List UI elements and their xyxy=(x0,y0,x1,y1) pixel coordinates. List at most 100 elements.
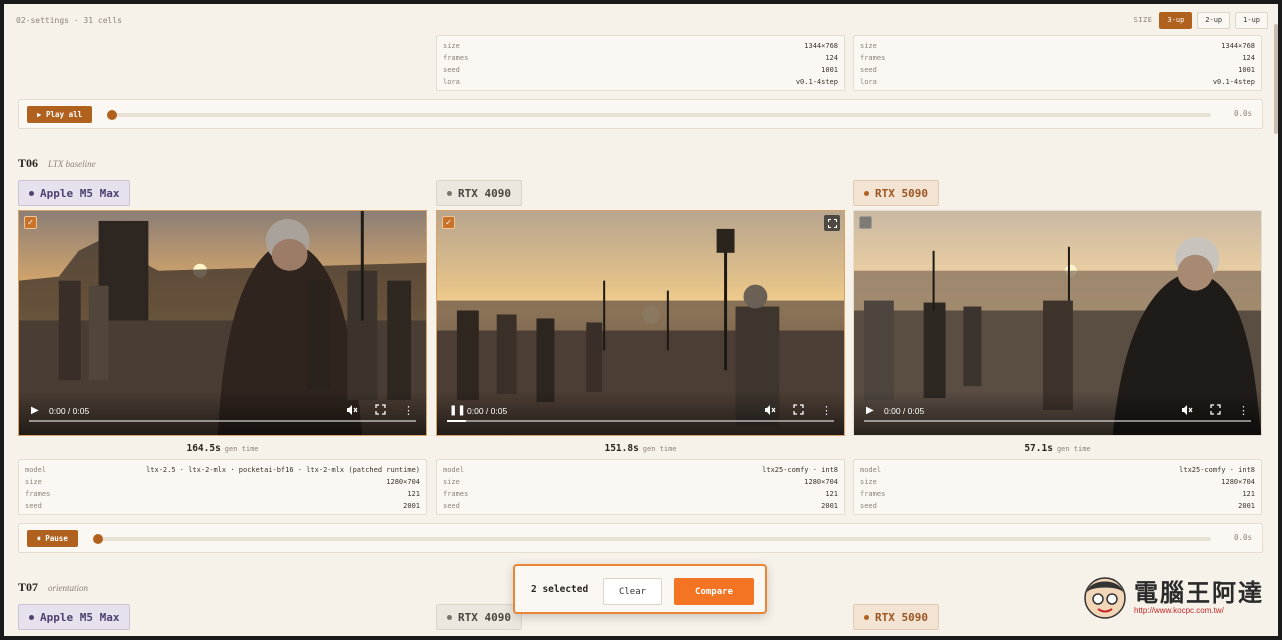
mute-icon[interactable] xyxy=(764,404,776,416)
gen-unit: gen time xyxy=(1056,445,1091,453)
more-icon[interactable]: ⋮ xyxy=(1238,404,1249,417)
page-scrollbar[interactable] xyxy=(1274,24,1278,134)
section-title-t06: T06 LTX baseline xyxy=(18,156,96,171)
size-3up-button[interactable]: 3-up xyxy=(1159,11,1193,29)
select-checkbox[interactable]: ✓ xyxy=(442,216,455,229)
device-label: RTX 5090 xyxy=(875,610,928,624)
pause-all-button[interactable]: ⏸ Pause xyxy=(27,530,78,547)
dot-icon xyxy=(864,614,869,620)
size-2up-button[interactable]: 2-up xyxy=(1197,11,1231,29)
fullscreen-icon[interactable] xyxy=(793,404,804,415)
more-icon[interactable]: ⋮ xyxy=(403,404,414,417)
video-player-5090[interactable]: ▶ 0:00 / 0:05 ⋮ xyxy=(853,210,1262,436)
size-1up-button[interactable]: 1-up xyxy=(1235,11,1268,29)
meta-value: 1280×704 xyxy=(1221,478,1255,486)
video-player-apple[interactable]: ✓ ▶ 0:00 / 0:05 ⋮ xyxy=(18,210,427,436)
meta-card-5090: model ltx25-comfy · int8 size 1280×704 fra… xyxy=(853,459,1262,515)
device-label: Apple M5 Max xyxy=(40,186,120,200)
sync-slider-knob[interactable] xyxy=(107,110,117,120)
meta-row: frames 124 xyxy=(443,52,838,64)
gen-value: 164.5s xyxy=(186,443,221,454)
meta-row: size 1344×768 xyxy=(443,40,838,52)
meta-row: model ltx25-comfy · int8 xyxy=(443,464,838,476)
compare-button[interactable]: Compare xyxy=(674,578,754,605)
gen-time-4090: 151.8s gen time xyxy=(436,443,845,454)
video-player-4090[interactable]: ✓ ❚❚ 0:00 / 0:05 ⋮ xyxy=(436,210,845,436)
watermark-logo: 電腦王阿達 http://www.kocpc.com.tw/ xyxy=(1082,574,1264,620)
video-progress-fill xyxy=(447,420,467,422)
meta-key: size xyxy=(860,478,877,486)
gen-time-apple: 164.5s gen time xyxy=(18,443,427,454)
sync-slider-knob[interactable] xyxy=(93,534,103,544)
play-icon[interactable]: ▶ xyxy=(31,405,39,416)
meta-key: seed xyxy=(443,502,460,510)
dot-icon xyxy=(29,614,34,620)
select-checkbox[interactable]: ✓ xyxy=(24,216,37,229)
meta-row: frames 121 xyxy=(443,488,838,500)
meta-value: ltx25-comfy · int8 xyxy=(1179,466,1255,474)
meta-key: frames xyxy=(443,490,469,498)
meta-key: model xyxy=(443,466,465,474)
meta-row: size 1280×704 xyxy=(443,476,838,488)
gen-unit: gen time xyxy=(642,445,677,453)
meta-row: seed 2001 xyxy=(25,500,420,512)
gen-time-5090: 57.1s gen time xyxy=(853,443,1262,454)
pause-icon[interactable]: ❚❚ xyxy=(449,405,466,416)
mute-icon[interactable] xyxy=(1181,404,1193,416)
device-tag-4090: RTX 4090 xyxy=(436,604,522,630)
meta-value: 121 xyxy=(825,490,838,498)
page-breadcrumb: 02-settings · 31 cells xyxy=(16,15,122,25)
select-checkbox[interactable] xyxy=(859,216,872,229)
meta-row: seed 1001 xyxy=(443,64,838,76)
meta-value: 2001 xyxy=(403,502,420,510)
meta-key: size xyxy=(860,42,877,50)
dot-icon xyxy=(447,614,452,620)
section-desc: orientation xyxy=(48,583,89,593)
selected-count: 2 selected xyxy=(531,584,589,595)
dot-icon xyxy=(447,190,452,196)
prev-meta-card-2: size 1344×768 frames 124 seed 1001 lora v0.1… xyxy=(853,35,1262,91)
device-tag-5090: RTX 5090 xyxy=(853,604,939,630)
meta-value: 121 xyxy=(1242,490,1255,498)
gen-value: 151.8s xyxy=(604,443,639,454)
meta-key: seed xyxy=(860,502,877,510)
meta-row: frames 124 xyxy=(860,52,1255,64)
video-progress[interactable] xyxy=(29,420,416,422)
video-time: 0:00 / 0:05 xyxy=(467,406,508,416)
fullscreen-icon[interactable] xyxy=(1210,404,1221,415)
meta-value: 121 xyxy=(407,490,420,498)
prev-meta-card-1: size 1344×768 frames 124 seed 1001 lora v0.1… xyxy=(436,35,845,91)
play-icon[interactable]: ▶ xyxy=(866,405,874,416)
sync-slider-track[interactable] xyxy=(111,113,1211,117)
video-controls: ▶ 0:00 / 0:05 ⋮ xyxy=(854,391,1261,435)
video-controls: ▶ 0:00 / 0:05 ⋮ xyxy=(19,391,426,435)
mute-icon[interactable] xyxy=(346,404,358,416)
more-icon[interactable]: ⋮ xyxy=(821,404,832,417)
dot-icon xyxy=(29,190,34,196)
meta-key: lora xyxy=(443,78,460,86)
meta-value: 1280×704 xyxy=(386,478,420,486)
section-id: T07 xyxy=(18,580,39,594)
meta-key: seed xyxy=(860,66,877,74)
video-progress[interactable] xyxy=(447,420,834,422)
meta-key: seed xyxy=(443,66,460,74)
meta-value: 1280×704 xyxy=(804,478,838,486)
expand-icon[interactable] xyxy=(824,215,840,231)
meta-key: frames xyxy=(860,490,886,498)
fullscreen-icon[interactable] xyxy=(375,404,386,415)
clear-button[interactable]: Clear xyxy=(603,578,662,605)
sync-slider-track[interactable] xyxy=(97,537,1211,541)
size-label: SIZE xyxy=(1133,16,1153,24)
meta-key: model xyxy=(860,466,882,474)
video-progress[interactable] xyxy=(864,420,1251,422)
play-all-button[interactable]: ▶ Play all xyxy=(27,106,93,123)
gen-value: 57.1s xyxy=(1024,443,1053,454)
meta-key: size xyxy=(443,42,460,50)
device-tag-4090: RTX 4090 xyxy=(436,180,522,206)
meta-value: ltx-2.5 · ltx-2-mlx · pocketai-bf16 · lt… xyxy=(146,466,420,474)
meta-value: 1001 xyxy=(821,66,838,74)
watermark-title: 電腦王阿達 xyxy=(1134,578,1264,607)
meta-key: frames xyxy=(25,490,51,498)
video-controls: ❚❚ 0:00 / 0:05 ⋮ xyxy=(437,391,844,435)
device-tag-5090: RTX 5090 xyxy=(853,180,939,206)
